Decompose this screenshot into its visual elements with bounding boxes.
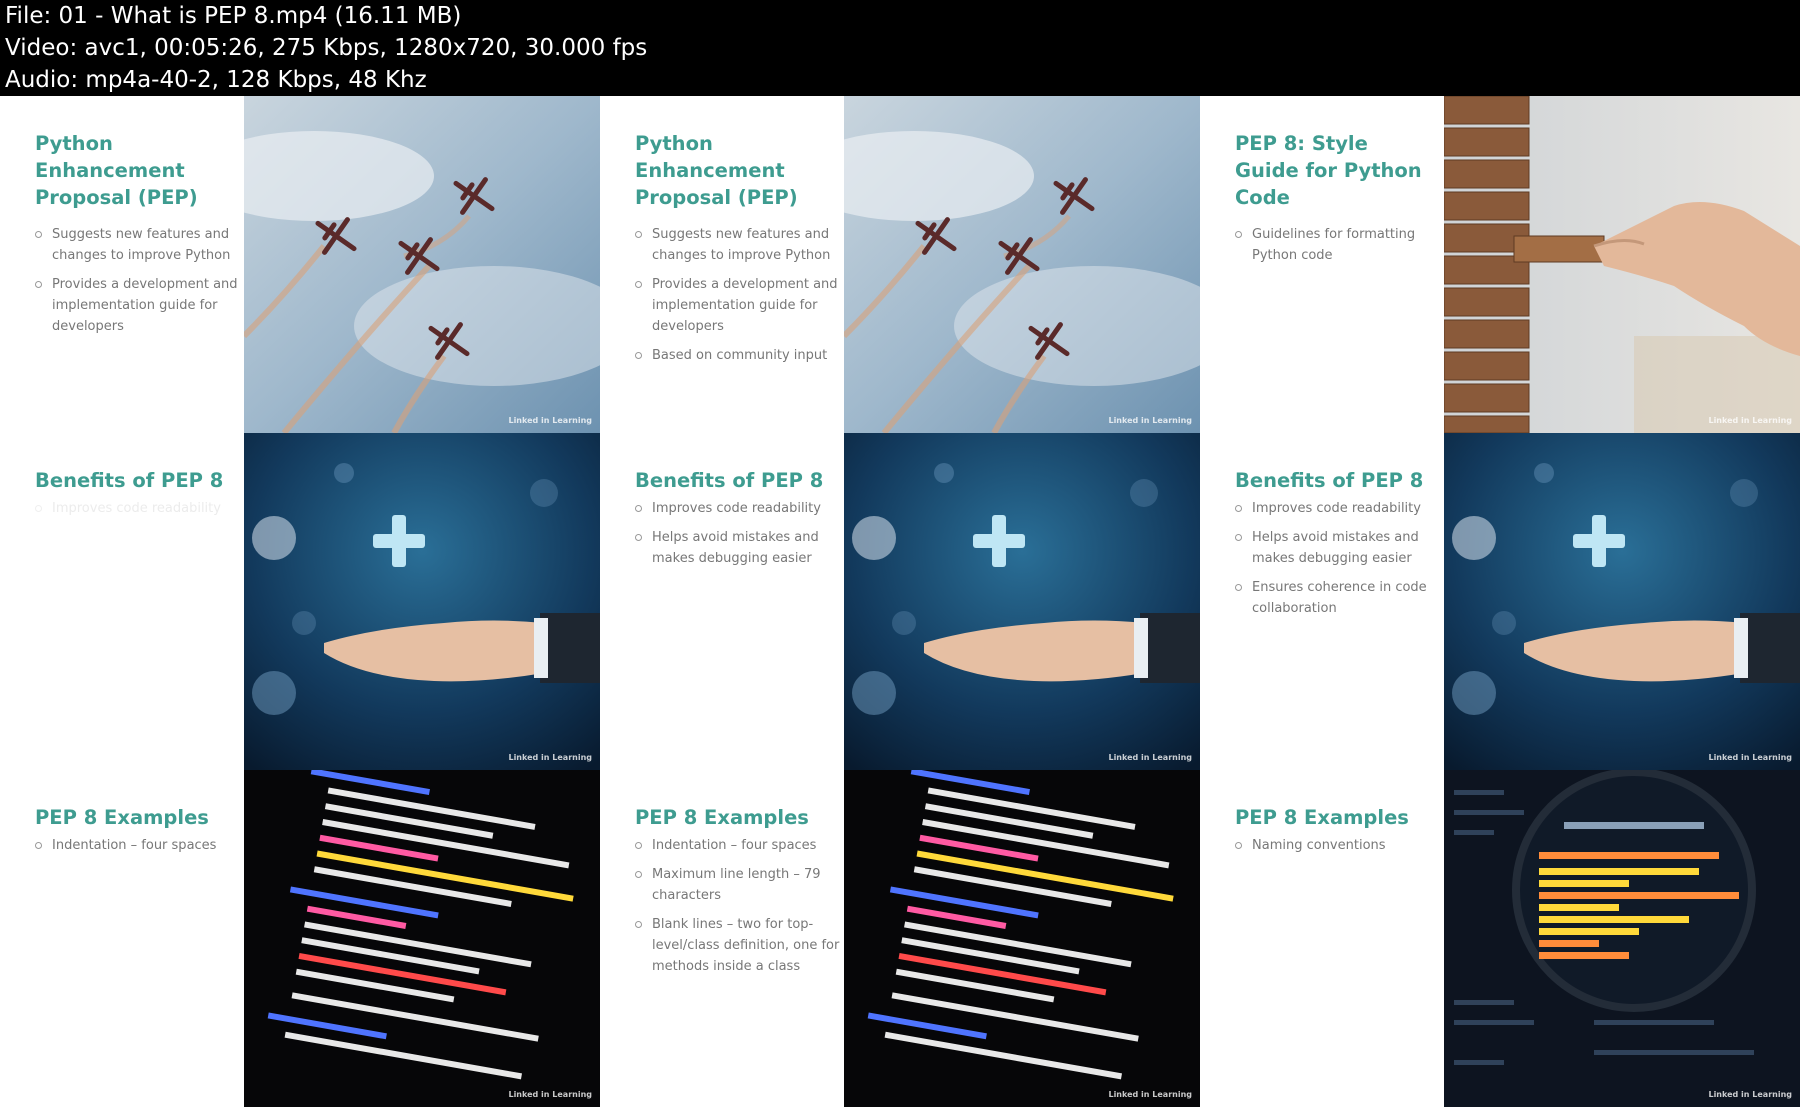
- linkedin-learning-watermark: Linked in Learning: [1708, 1090, 1792, 1099]
- thumbnail-1[interactable]: Python Enhancement Proposal (PEP) Sugges…: [0, 96, 600, 433]
- audio-info-line: Audio: mp4a-40-2, 128 Kbps, 48 Khz: [5, 67, 427, 93]
- slide-text-panel: Benefits of PEP 8 Improves code readabil…: [1200, 433, 1444, 770]
- bullet-item: Suggests new features and changes to imp…: [635, 224, 840, 266]
- bullet-item: Helps avoid mistakes and makes debugging…: [635, 527, 840, 569]
- slide-text-panel: Python Enhancement Proposal (PEP) Sugges…: [600, 96, 844, 433]
- thumbnail-3[interactable]: PEP 8: Style Guide for Python Code Guide…: [1200, 96, 1800, 433]
- bullet-list: Improves code readability Helps avoid mi…: [1235, 498, 1440, 627]
- video-info-line: Video: avc1, 00:05:26, 275 Kbps, 1280x72…: [5, 35, 648, 61]
- bullet-item: Maximum line length – 79 characters: [635, 864, 840, 906]
- slide-title: Python Enhancement Proposal (PEP): [635, 132, 798, 209]
- slide-title: Python Enhancement Proposal (PEP): [35, 132, 198, 209]
- slide-text-panel: PEP 8 Examples Naming conventions: [1200, 770, 1444, 1107]
- slide-title: PEP 8 Examples: [635, 806, 809, 829]
- thumbnail-6[interactable]: Benefits of PEP 8 Improves code readabil…: [1200, 433, 1800, 770]
- bullet-item: Provides a development and implementatio…: [635, 274, 840, 337]
- linkedin-learning-watermark: Linked in Learning: [508, 416, 592, 425]
- slide-title: PEP 8: Style Guide for Python Code: [1235, 132, 1422, 209]
- bullet-list: Improves code readability: [35, 498, 240, 527]
- slide-title: Benefits of PEP 8: [35, 469, 224, 492]
- file-name-line: File: 01 - What is PEP 8.mp4 (16.11 MB): [5, 3, 462, 29]
- hand-plus-photo: Linked in Learning: [1444, 433, 1800, 770]
- bullet-item: Blank lines – two for top-level/class de…: [635, 914, 840, 977]
- slide-text-panel: Benefits of PEP 8 Improves code readabil…: [0, 433, 244, 770]
- slide-title: PEP 8 Examples: [1235, 806, 1409, 829]
- thumbnail-5[interactable]: Benefits of PEP 8 Improves code readabil…: [600, 433, 1200, 770]
- bullet-item: Indentation – four spaces: [635, 835, 840, 856]
- slide-text-panel: PEP 8: Style Guide for Python Code Guide…: [1200, 96, 1444, 433]
- airplanes-photo: Linked in Learning: [844, 96, 1200, 433]
- linkedin-learning-watermark: Linked in Learning: [508, 753, 592, 762]
- thumbnail-2[interactable]: Python Enhancement Proposal (PEP) Sugges…: [600, 96, 1200, 433]
- bullet-item: Improves code readability: [635, 498, 840, 519]
- airplanes-photo: Linked in Learning: [244, 96, 600, 433]
- code-screen-photo: Linked in Learning: [844, 770, 1200, 1107]
- bullet-item: Provides a development and implementatio…: [35, 274, 240, 337]
- thumbnail-9[interactable]: PEP 8 Examples Naming conventions Linked…: [1200, 770, 1800, 1107]
- hand-plus-photo: Linked in Learning: [844, 433, 1200, 770]
- thumbnail-4[interactable]: Benefits of PEP 8 Improves code readabil…: [0, 433, 600, 770]
- slide-text-panel: PEP 8 Examples Indentation – four spaces…: [600, 770, 844, 1107]
- bullet-list: Indentation – four spaces Maximum line l…: [635, 835, 840, 985]
- hand-plus-photo: Linked in Learning: [244, 433, 600, 770]
- linkedin-learning-watermark: Linked in Learning: [1708, 416, 1792, 425]
- bullet-list: Naming conventions: [1235, 835, 1440, 864]
- linkedin-learning-watermark: Linked in Learning: [508, 1090, 592, 1099]
- file-info-header: File: 01 - What is PEP 8.mp4 (16.11 MB) …: [0, 0, 1800, 96]
- bullet-list: Improves code readability Helps avoid mi…: [635, 498, 840, 577]
- slide-text-panel: PEP 8 Examples Indentation – four spaces: [0, 770, 244, 1107]
- slide-text-panel: Python Enhancement Proposal (PEP) Sugges…: [0, 96, 244, 433]
- linkedin-learning-watermark: Linked in Learning: [1108, 753, 1192, 762]
- bullet-item: Suggests new features and changes to imp…: [35, 224, 240, 266]
- bullet-list: Guidelines for formatting Python code: [1235, 224, 1440, 274]
- slide-title: PEP 8 Examples: [35, 806, 209, 829]
- linkedin-learning-watermark: Linked in Learning: [1108, 1090, 1192, 1099]
- bullet-item: Guidelines for formatting Python code: [1235, 224, 1440, 266]
- bullet-item: Based on community input: [635, 345, 840, 366]
- wooden-blocks-photo: Linked in Learning: [1444, 96, 1800, 433]
- bullet-list: Indentation – four spaces: [35, 835, 240, 864]
- slide-title: Benefits of PEP 8: [635, 469, 824, 492]
- bullet-item: Naming conventions: [1235, 835, 1440, 856]
- slide-text-panel: Benefits of PEP 8 Improves code readabil…: [600, 433, 844, 770]
- bullet-item: Improves code readability: [1235, 498, 1440, 519]
- bullet-item: Helps avoid mistakes and makes debugging…: [1235, 527, 1440, 569]
- bullet-list: Suggests new features and changes to imp…: [635, 224, 840, 374]
- bullet-item: Improves code readability: [35, 498, 240, 519]
- linkedin-learning-watermark: Linked in Learning: [1708, 753, 1792, 762]
- magnifier-code-photo: Linked in Learning: [1444, 770, 1800, 1107]
- code-screen-photo: Linked in Learning: [244, 770, 600, 1107]
- thumbnail-7[interactable]: PEP 8 Examples Indentation – four spaces: [0, 770, 600, 1107]
- linkedin-learning-watermark: Linked in Learning: [1108, 416, 1192, 425]
- thumbnail-grid: Python Enhancement Proposal (PEP) Sugges…: [0, 96, 1800, 1107]
- thumbnail-8[interactable]: PEP 8 Examples Indentation – four spaces…: [600, 770, 1200, 1107]
- bullet-item: Ensures coherence in code collaboration: [1235, 577, 1440, 619]
- bullet-list: Suggests new features and changes to imp…: [35, 224, 240, 345]
- bullet-item: Indentation – four spaces: [35, 835, 240, 856]
- slide-title: Benefits of PEP 8: [1235, 469, 1424, 492]
